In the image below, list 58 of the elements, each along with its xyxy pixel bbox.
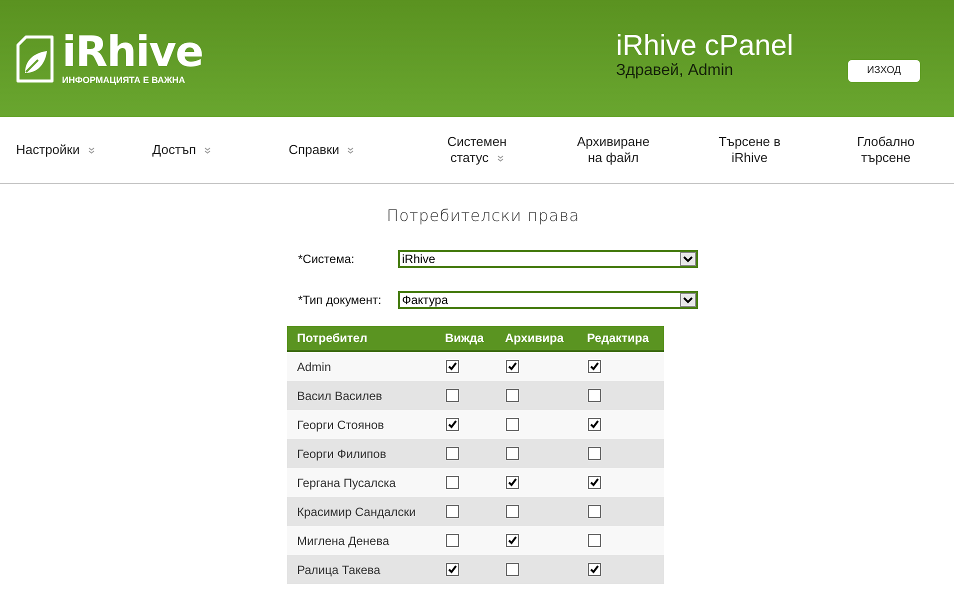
checkbox[interactable] [506,389,519,402]
nav-menu-item[interactable]: Архивиране на файл [572,134,654,166]
column-header: Редактира [586,330,650,347]
column-header: Архивира [504,330,565,347]
checkbox[interactable] [446,476,459,489]
checkbox[interactable] [446,360,459,373]
select-field[interactable]: iRhive [398,250,698,268]
page-title: Потребителски права [386,205,580,227]
nav-menu-item[interactable]: Търсене в iRhive [708,134,791,166]
logout-button[interactable]: ИЗХОД [848,60,920,82]
document-leaf-icon [16,34,54,82]
checkbox[interactable] [506,505,519,518]
checkbox[interactable] [446,563,459,576]
user-name: Георги Стоянов [296,416,386,434]
checkbox[interactable] [446,389,459,402]
field-label: *Тип документ: [298,292,382,309]
checkbox[interactable] [588,476,601,489]
checkbox[interactable] [446,505,459,518]
field-label: *Система: [298,251,356,268]
checkbox[interactable] [506,476,519,489]
user-name: Гергана Пусалска [296,474,397,492]
nav-menu-item[interactable]: Справки [288,142,354,158]
checkbox[interactable] [588,534,601,547]
checkbox[interactable] [446,447,459,460]
user-name: Красимир Сандалски [296,504,417,520]
checkbox[interactable] [588,447,601,460]
chevron-down-icon [204,147,212,154]
select-field[interactable]: Фактура [398,291,698,309]
column-header: Вижда [444,330,485,347]
checkbox[interactable] [588,418,601,431]
checkbox[interactable] [588,389,601,402]
user-name: Васил Василев [296,388,384,404]
checkbox[interactable] [588,505,601,518]
chevron-down-icon [496,155,504,162]
checkbox[interactable] [506,447,519,460]
checkbox[interactable] [588,563,601,576]
chevron-down-icon [347,147,354,154]
nav-menu-item[interactable]: Глобално търсене [844,134,927,166]
nav-menu-item[interactable]: Системен статус [436,134,518,166]
user-name: Admin [296,358,332,376]
nav-menu-item[interactable]: Достъп [152,142,212,158]
checkbox[interactable] [506,360,519,373]
logo-name: iRhive [62,32,203,72]
column-header: Потребител [296,330,368,347]
checkbox[interactable] [506,563,519,576]
user-name: Миглена Денева [296,532,390,550]
greeting: Здравей, Admin [616,62,734,80]
nav-menu-item[interactable]: Настройки [16,142,95,158]
logo-tagline: ИНФОРМАЦИЯТА Е ВАЖНА [62,74,186,86]
user-name: Ралица Такева [296,562,382,578]
checkbox[interactable] [506,534,519,547]
checkbox[interactable] [588,360,601,373]
chevron-down-icon [88,147,95,154]
checkbox[interactable] [446,534,459,547]
checkbox[interactable] [446,418,459,431]
checkbox[interactable] [506,418,519,431]
panel-title: iRhive cPanel [616,30,794,62]
user-name: Георги Филипов [296,446,388,462]
